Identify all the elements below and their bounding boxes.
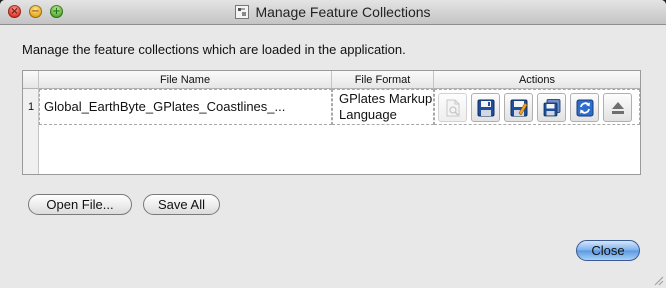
- feature-collections-table[interactable]: File Name File Format Actions 1 Global_E…: [22, 70, 641, 175]
- row-number-header: [23, 71, 39, 89]
- reload-button[interactable]: [570, 93, 599, 122]
- save-copy-button[interactable]: [537, 93, 566, 122]
- close-symbol: ×: [10, 6, 19, 17]
- file-format-cell[interactable]: GPlates Markup Language: [332, 89, 434, 125]
- column-header-file-format[interactable]: File Format: [332, 71, 434, 89]
- dialog-description: Manage the feature collections which are…: [22, 42, 406, 57]
- window-title: Manage Feature Collections: [255, 4, 431, 20]
- save-button[interactable]: [471, 93, 500, 122]
- minimize-symbol: −: [31, 6, 40, 17]
- actions-cell: [434, 89, 640, 125]
- resize-grip-icon[interactable]: [653, 275, 664, 286]
- app-document-icon: [235, 5, 250, 19]
- zoom-symbol: +: [52, 6, 61, 17]
- open-file-button[interactable]: Open File...: [28, 194, 132, 215]
- save-as-button[interactable]: [504, 93, 533, 122]
- title-bar[interactable]: Manage Feature Collections × − +: [0, 0, 666, 25]
- window-close-button[interactable]: ×: [8, 5, 21, 18]
- save-copy-icon: [543, 99, 561, 117]
- close-button[interactable]: Close: [576, 240, 640, 261]
- unload-icon: [612, 102, 624, 114]
- column-header-actions[interactable]: Actions: [434, 71, 640, 89]
- unload-button[interactable]: [603, 93, 632, 122]
- row-number: 1: [27, 101, 35, 113]
- column-header-file-name[interactable]: File Name: [39, 71, 332, 89]
- edit-configuration-button[interactable]: [438, 93, 467, 122]
- save-icon: [477, 99, 495, 117]
- save-all-button[interactable]: Save All: [143, 194, 220, 215]
- window-title-area: Manage Feature Collections: [0, 0, 666, 24]
- manage-feature-collections-dialog: Manage Feature Collections × − + Manage …: [0, 0, 666, 288]
- window-zoom-button[interactable]: +: [50, 5, 63, 18]
- save-as-icon: [510, 99, 528, 117]
- reload-icon: [576, 99, 594, 117]
- file-name-cell[interactable]: Global_EarthByte_GPlates_Coastlines_...: [39, 89, 332, 125]
- window-minimize-button[interactable]: −: [29, 5, 42, 18]
- edit-configuration-icon: [446, 99, 460, 117]
